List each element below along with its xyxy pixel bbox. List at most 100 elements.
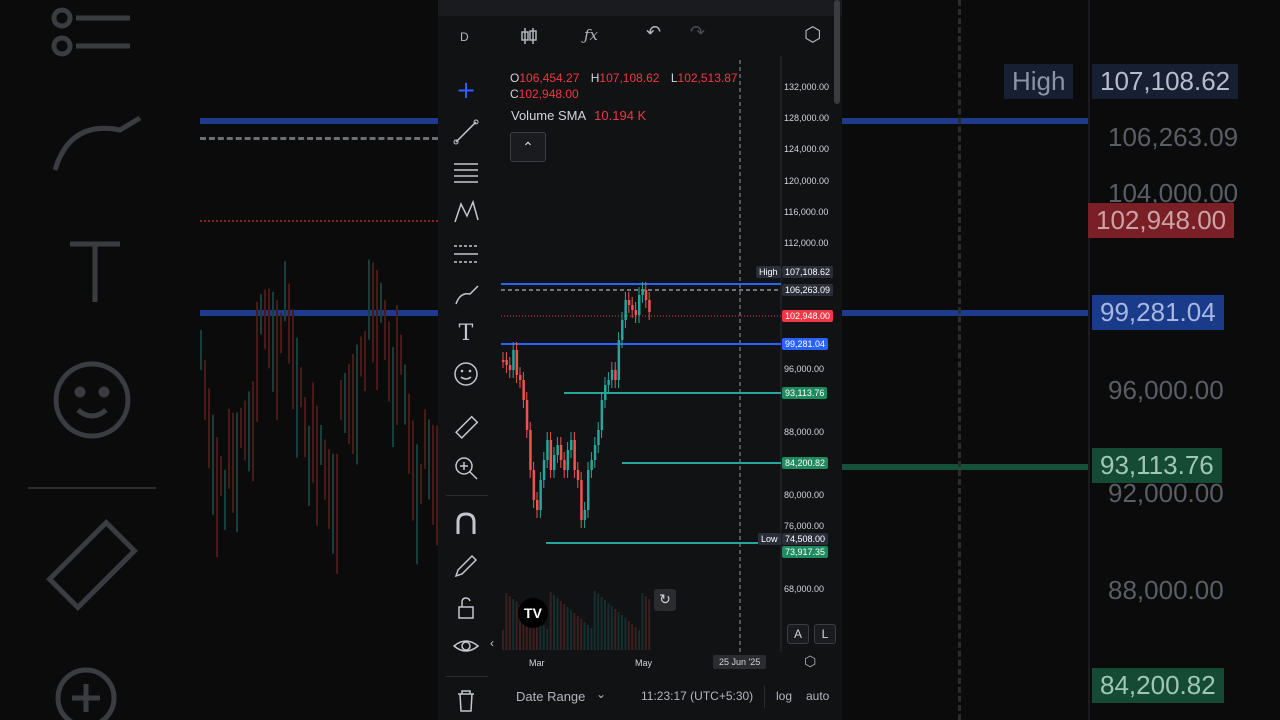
candle-body: [614, 370, 617, 380]
bg-candle: [416, 444, 418, 565]
volume-bar: [505, 593, 508, 650]
background-left: [0, 0, 438, 720]
candle-body: [607, 380, 610, 385]
candle-body: [638, 295, 641, 315]
candle-body: [576, 470, 580, 480]
date-range-button[interactable]: Date Range: [516, 689, 585, 704]
chart-canvas[interactable]: [438, 0, 842, 720]
bg-candle: [224, 469, 226, 530]
low-price-tag: 74,508.00: [782, 533, 829, 545]
auto-toggle[interactable]: auto: [806, 689, 829, 703]
bg-price: 106,263.09: [1108, 122, 1239, 152]
candle-body: [505, 360, 508, 365]
candle-body: [542, 460, 546, 480]
bg-candle: [432, 424, 434, 525]
bg-candle: [336, 453, 338, 574]
price-axis-label: 88,000.00: [784, 427, 825, 437]
candle-body: [634, 310, 638, 315]
price-tag: 106,263.09: [782, 284, 834, 296]
bg-candle: [316, 405, 318, 526]
volume-bar: [648, 599, 651, 650]
bg-candle: [344, 372, 346, 433]
volume-bar: [549, 592, 552, 650]
bg-candle: [296, 337, 298, 458]
bg-candle: [228, 408, 230, 489]
volume-bar: [604, 600, 606, 650]
bg-candle: [272, 291, 274, 392]
chevron-down-icon[interactable]: ⌄: [596, 687, 606, 701]
candle-body: [617, 340, 621, 380]
bg-candle: [304, 397, 306, 458]
candle-body: [631, 305, 634, 310]
log-toggle[interactable]: log: [776, 689, 792, 703]
price-axis-label: 80,000.00: [784, 490, 825, 500]
reset-chart-icon[interactable]: ↻: [654, 589, 676, 611]
volume-bar: [600, 597, 603, 650]
volume-bar: [624, 618, 627, 650]
auto-scale-a-button[interactable]: A: [787, 624, 809, 644]
bg-price: 92,000.00: [1108, 478, 1224, 508]
candle-body: [621, 320, 624, 340]
candle-body: [549, 440, 553, 470]
candle-body: [512, 350, 515, 370]
volume-bar: [607, 603, 610, 650]
volume-bar: [641, 593, 644, 650]
candle-body: [624, 300, 627, 320]
axis-settings-icon[interactable]: ⬡: [804, 654, 816, 670]
price-axis-label: 76,000.00: [784, 521, 825, 531]
volume-bar: [621, 615, 623, 650]
bg-candle: [280, 313, 282, 354]
volume-bar: [556, 598, 559, 650]
volume-bar: [631, 624, 634, 650]
log-scale-l-button[interactable]: L: [814, 624, 836, 644]
volume-bar: [614, 609, 617, 650]
bg-candle: [208, 388, 210, 469]
volume-bar: [638, 630, 640, 650]
green-level-tag: 73,917.35: [782, 546, 829, 558]
low-label-tag: Low: [758, 533, 781, 545]
bottom-bar: Date Range ⌄ 11:23:17 (UTC+5:30) log aut…: [438, 676, 842, 720]
bg-last-price-tag: 102,948.00: [1088, 203, 1235, 238]
volume-bar: [512, 599, 515, 650]
last-price-tag: 102,948.00: [782, 310, 834, 322]
volume-bar: [597, 594, 600, 650]
bg-price: 96,000.00: [1108, 375, 1224, 405]
bg-candle: [388, 321, 390, 402]
bg-left-icons: [46, 7, 438, 720]
candle-body: [536, 500, 539, 510]
candle-body: [508, 365, 512, 370]
candle-body: [641, 290, 644, 295]
bg-candle: [264, 289, 266, 350]
bg-candle: [232, 412, 234, 513]
clock-timezone[interactable]: 11:23:17 (UTC+5:30): [641, 689, 753, 703]
bg-candle: [428, 419, 430, 500]
bg-candle: [332, 453, 334, 554]
price-axis-label: 120,000.00: [784, 176, 830, 186]
candle-body: [580, 480, 583, 520]
bg-candle: [320, 425, 322, 466]
bg-candle: [348, 363, 350, 444]
bg-candle: [260, 294, 262, 335]
bg-candle: [212, 414, 214, 515]
candle-body: [593, 445, 597, 460]
bg-candle: [328, 449, 330, 530]
blue-level-tag: 99,281.04: [782, 338, 829, 350]
bg-candle: [308, 426, 310, 507]
volume-bar: [502, 630, 504, 650]
bg-candle: [400, 334, 402, 375]
volume-bar: [576, 616, 579, 650]
bg-candle: [292, 309, 294, 410]
tradingview-logo[interactable]: TV: [518, 598, 548, 628]
volume-bar: [570, 610, 572, 650]
bg-candle: [396, 305, 398, 426]
bg-candle: [372, 262, 374, 363]
price-axis-label: 96,000.00: [784, 364, 825, 374]
volume-bar: [644, 596, 647, 650]
high-label-tag: High: [756, 266, 781, 278]
bg-cursor-line: [958, 0, 964, 720]
candle-body: [556, 445, 559, 455]
bg-candle: [340, 379, 342, 420]
volume-bar: [583, 622, 586, 650]
bg-candle: [312, 382, 314, 483]
bg-candle: [220, 455, 222, 496]
